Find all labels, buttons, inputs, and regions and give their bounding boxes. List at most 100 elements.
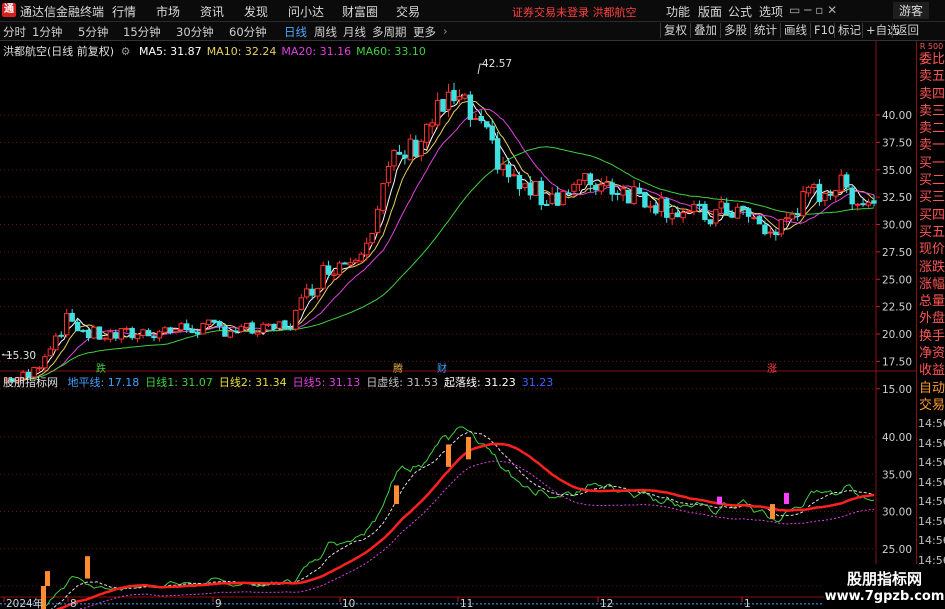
candle-body: [309, 288, 315, 296]
menu-gongshi[interactable]: 公式: [728, 3, 752, 20]
side-item-3[interactable]: 卖三: [917, 103, 945, 120]
candle-body: [800, 191, 806, 217]
btn-duogu[interactable]: 多股: [720, 23, 747, 38]
sub-tick-label: 35.00: [882, 469, 912, 481]
period-monthly[interactable]: 月线: [343, 24, 366, 40]
menu-jiaoyi[interactable]: 交易: [396, 3, 420, 20]
side-item-7[interactable]: 买二: [917, 172, 945, 189]
menu-zixun[interactable]: 资讯: [200, 3, 224, 20]
period-multi[interactable]: 多周期: [372, 24, 407, 40]
candle-body: [113, 332, 119, 339]
btn-fanhui[interactable]: 返回: [892, 23, 919, 38]
candle-body: [860, 203, 866, 206]
candle-body: [391, 149, 397, 167]
side-item-11[interactable]: 现价: [917, 241, 945, 258]
period-toolbar: 分时 1分钟 5分钟 15分钟 30分钟 60分钟 日线 周线 月线 多周期 更…: [0, 22, 945, 41]
period-15min[interactable]: 15分钟: [123, 24, 161, 40]
side-item-19[interactable]: 自动: [917, 380, 945, 397]
candle-body: [374, 208, 381, 233]
menu-faxian[interactable]: 发现: [244, 3, 268, 20]
max-price-label: 42.57: [482, 58, 513, 70]
period-more[interactable]: 更多: [413, 24, 436, 40]
candle-body: [58, 334, 64, 337]
btn-huaxian[interactable]: 画线: [780, 23, 807, 38]
side-item-4[interactable]: 卖二: [917, 120, 945, 137]
settings-gear-icon[interactable]: ⚙: [121, 45, 131, 58]
candle-body: [549, 193, 555, 205]
side-item-6[interactable]: 买一: [917, 155, 945, 172]
side-item-9[interactable]: 买四: [917, 207, 945, 224]
menu-xuanxiang[interactable]: 选项: [759, 3, 783, 20]
menu-banmian[interactable]: 版面: [698, 3, 722, 20]
side-item-12[interactable]: 涨跌: [917, 259, 945, 276]
period-30min[interactable]: 30分钟: [176, 24, 214, 40]
watermark: 股朋指标网 www.7gpzb.com: [824, 564, 945, 609]
candle-body: [271, 323, 277, 330]
menu-wenxiaoda[interactable]: 问小达: [288, 3, 324, 20]
btn-tongji[interactable]: 统计: [750, 23, 777, 38]
period-fenshi[interactable]: 分时: [3, 24, 26, 40]
app-title: 通达信金融终端: [20, 5, 105, 19]
candle-body: [854, 203, 861, 206]
period-weekly[interactable]: 周线: [314, 24, 337, 40]
event-tag-die[interactable]: 跌: [96, 360, 106, 375]
candle-body: [516, 174, 523, 190]
side-item-20[interactable]: 交易: [917, 397, 945, 414]
candle-body: [336, 262, 343, 275]
menu-gongneng[interactable]: 功能: [666, 3, 690, 20]
more-chevron-icon[interactable]: ›: [443, 24, 448, 38]
signal-bar: [770, 504, 775, 519]
side-item-5[interactable]: 卖一: [917, 137, 945, 154]
candle-body: [538, 180, 544, 206]
side-item-10[interactable]: 买五: [917, 224, 945, 241]
price-tick-label: 32.50: [882, 192, 912, 204]
indicator-title[interactable]: 股朋指标网: [3, 376, 58, 389]
side-item-1[interactable]: 卖五: [917, 68, 945, 85]
date-label: 8: [70, 598, 77, 609]
side-item-0[interactable]: 委比: [917, 51, 945, 68]
event-tag-teng[interactable]: 腾: [393, 360, 403, 375]
btn-biaoji[interactable]: 标记: [834, 23, 861, 38]
btn-fuquan[interactable]: 复权: [660, 23, 687, 38]
period-daily[interactable]: 日线: [284, 24, 307, 40]
side-item-15[interactable]: 外盘: [917, 310, 945, 327]
candle-body: [822, 193, 828, 201]
price-tick-label: 30.00: [882, 220, 912, 232]
candle-body: [325, 265, 332, 275]
guest-button[interactable]: 游客: [893, 2, 930, 19]
window-controls-icon[interactable]: ▭ ─ ▫ ✕: [789, 3, 837, 17]
candle-body: [571, 183, 577, 192]
candle-body: [396, 151, 403, 155]
menu-caifuquan[interactable]: 财富圈: [342, 3, 378, 20]
side-time-2: 14:56: [918, 456, 945, 470]
btn-diejia[interactable]: 叠加: [690, 23, 717, 38]
side-item-14[interactable]: 总量: [917, 293, 945, 310]
ma-label-0: MA5: 31.87: [138, 45, 202, 58]
signal-bar: [784, 492, 789, 505]
period-1min[interactable]: 1分钟: [32, 24, 62, 40]
candle-body: [184, 323, 190, 331]
menu-hangqing[interactable]: 行情: [112, 3, 136, 20]
side-item-2[interactable]: 卖四: [917, 86, 945, 103]
event-tag-cai[interactable]: 财: [437, 360, 447, 375]
event-tag-zhang[interactable]: 涨: [767, 360, 777, 375]
side-item-18[interactable]: 收益: [917, 362, 945, 379]
signal-bar: [45, 571, 50, 586]
side-item-17[interactable]: 净资: [917, 345, 945, 362]
menu-shichang[interactable]: 市场: [156, 3, 180, 20]
date-label: 11: [460, 598, 473, 609]
side-item-8[interactable]: 买三: [917, 189, 945, 206]
candle-body: [364, 242, 370, 256]
candle-body: [833, 190, 839, 197]
side-item-16[interactable]: 换手: [917, 328, 945, 345]
btn-f10[interactable]: F10: [810, 23, 835, 38]
candle-body: [527, 182, 534, 196]
period-60min[interactable]: 60分钟: [229, 24, 267, 40]
candle-body: [102, 337, 108, 340]
chart-area[interactable]: 40.00 37.50 35.00 32.50 30.00 27.50 25.00 22.50…: [0, 41, 916, 609]
candle-body: [625, 189, 632, 204]
candle-body: [429, 122, 435, 127]
candle-body: [631, 186, 637, 205]
period-5min[interactable]: 5分钟: [78, 24, 108, 40]
side-item-13[interactable]: 涨幅: [917, 276, 945, 293]
